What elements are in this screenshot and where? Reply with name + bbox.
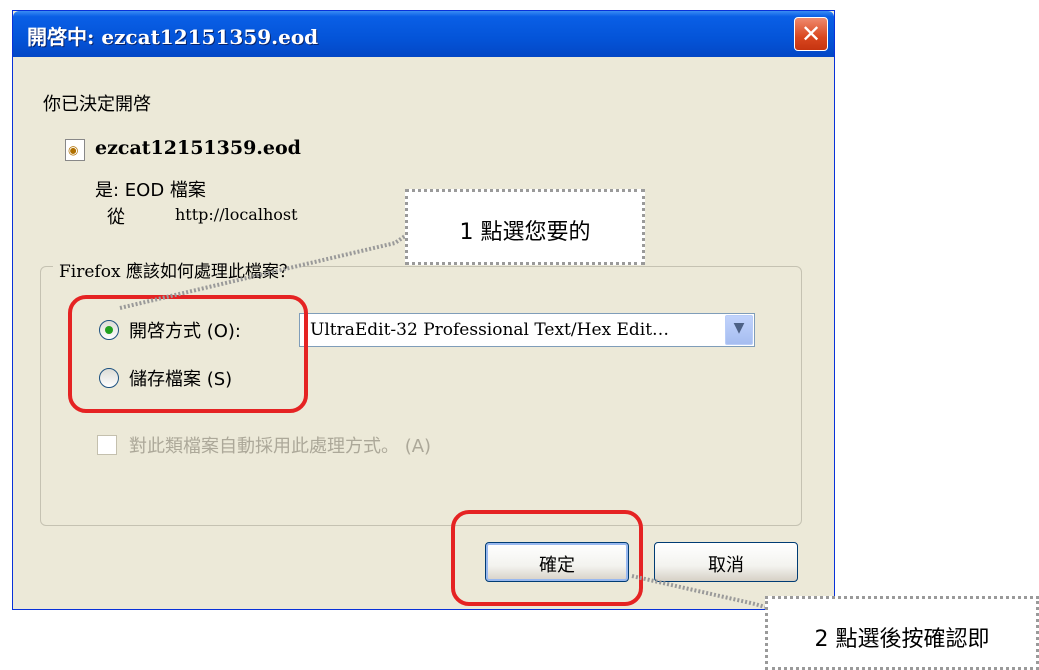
auto-handle-label: 對此類檔案自動採用此處理方式。 (A) [129,436,432,457]
close-icon: ✕ [800,20,822,48]
ok-highlight [451,510,643,606]
cancel-button[interactable]: 取消 [654,542,798,582]
file-name: ezcat12151359.eod [95,137,301,159]
title-bar[interactable]: 開啓中: ezcat12151359.eod ✕ [13,11,834,57]
callout-step-2-text: 2 點選後按確認即 [814,627,990,652]
application-value: UltraEdit-32 Professional Text/Hex Edit… [310,320,670,340]
chevron-down-icon: ▼ [733,320,745,336]
document-icon: ◉ [65,139,85,161]
close-button[interactable]: ✕ [794,17,828,51]
auto-handle-checkbox[interactable] [97,435,117,455]
callout-step-1-text: 1 點選您要的 [459,220,591,245]
window-title: 開啓中: ezcat12151359.eod [27,25,319,49]
heading-text: 你已決定開啓 [43,94,151,115]
from-label: 從 [107,207,125,228]
cancel-button-label: 取消 [708,555,744,576]
options-highlight [68,295,308,413]
dropdown-button[interactable]: ▼ [725,315,753,345]
from-url: http://localhost [175,205,298,224]
groupbox-legend: Firefox 應該如何處理此檔案？ [53,257,302,282]
callout-step-1: 1 點選您要的 [405,189,645,265]
application-select[interactable]: UltraEdit-32 Professional Text/Hex Edit…… [299,313,755,347]
file-type: 是: EOD 檔案 [95,180,206,201]
callout-step-2: 2 點選後按確認即 [765,596,1039,670]
